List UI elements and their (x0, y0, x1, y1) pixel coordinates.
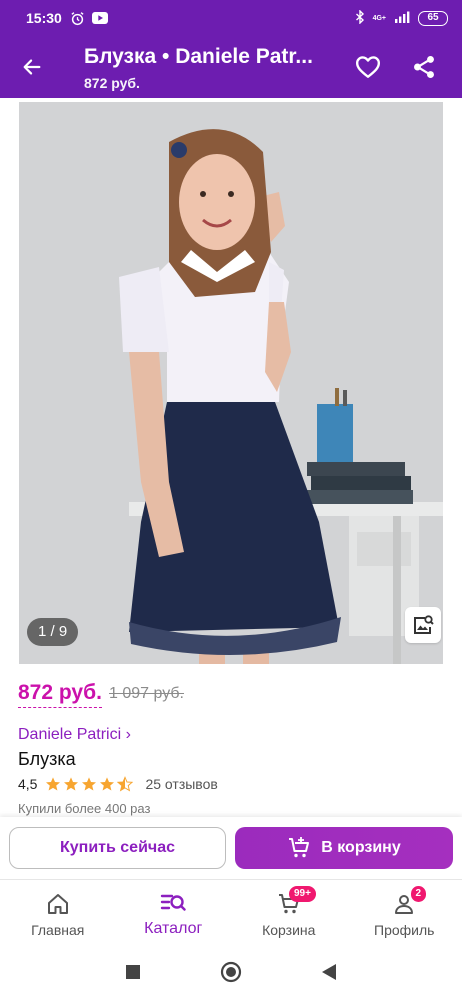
status-time: 15:30 (26, 10, 62, 26)
add-cart-icon (289, 837, 310, 858)
nav-label-cart: Корзина (262, 922, 316, 938)
nav-item-catalog[interactable]: Каталог (116, 880, 232, 944)
brand-link[interactable]: Daniele Patrici › (18, 726, 131, 744)
youtube-icon (91, 10, 108, 26)
image-search-button[interactable] (405, 607, 441, 643)
bluetooth-icon (355, 8, 365, 27)
add-to-cart-button[interactable]: В корзину (235, 827, 453, 869)
rating-value: 4,5 (18, 776, 38, 792)
nav-label-home: Главная (31, 922, 85, 938)
share-button[interactable] (406, 49, 442, 85)
home-icon (44, 890, 72, 918)
old-price: 1 097 руб. (109, 685, 184, 702)
cart-badge: 99+ (289, 886, 316, 902)
catalog-search-icon (159, 890, 187, 918)
image-counter: 1 / 9 (27, 618, 79, 646)
status-bar: 15:30 4G+ 65 (0, 0, 462, 36)
star-icon (82, 777, 97, 791)
star-icon (100, 777, 115, 791)
nav-label-catalog: Каталог (144, 920, 203, 937)
favorite-button[interactable] (350, 49, 386, 85)
product-page: 15:30 4G+ 65 Блузка • Daniele Patr... 87… (0, 0, 462, 1000)
square-icon (126, 965, 140, 979)
home-system-button[interactable] (219, 960, 243, 984)
triangle-back-icon (322, 964, 336, 980)
back-system-button[interactable] (317, 960, 341, 984)
current-price[interactable]: 872 руб. (18, 681, 102, 708)
back-button[interactable] (14, 49, 50, 85)
back-arrow-icon (23, 59, 41, 75)
share-icon (414, 55, 434, 79)
recents-button[interactable] (121, 960, 145, 984)
product-image-gallery[interactable]: 1 / 9 (19, 102, 443, 664)
system-nav-bar (0, 944, 462, 1000)
action-bar: Купить сейчас В корзину (0, 817, 462, 879)
star-icon (46, 777, 61, 791)
app-header: Блузка • Daniele Patr... 872 руб. (0, 36, 462, 98)
image-search-icon (414, 615, 434, 634)
nav-item-profile[interactable]: 2 Профиль (347, 880, 462, 944)
nav-label-profile: Профиль (374, 922, 435, 938)
product-name: Блузка (18, 749, 76, 769)
profile-badge: 2 (410, 886, 427, 902)
rating-row[interactable]: 4,5 25 отзывов (18, 776, 218, 792)
product-photo (19, 102, 443, 664)
add-to-cart-label: В корзину (321, 839, 401, 856)
page-title: Блузка • Daniele Patr... (84, 45, 313, 68)
nav-item-cart[interactable]: 99+ Корзина (231, 880, 347, 944)
circle-icon (220, 961, 242, 983)
alarm-icon (70, 10, 86, 26)
half-star-icon (117, 776, 134, 792)
purchase-count: Купили более 400 раз (18, 801, 151, 816)
header-price: 872 руб. (84, 75, 140, 91)
reviews-count[interactable]: 25 отзывов (145, 776, 217, 792)
nav-item-home[interactable]: Главная (0, 880, 116, 944)
rating-stars (45, 776, 134, 792)
star-icon (64, 777, 79, 791)
heart-icon (355, 56, 381, 78)
bottom-nav: Главная Каталог 99+ Корзина 2 Профиль (0, 879, 462, 944)
battery-indicator: 65 (418, 10, 448, 26)
network-type: 4G+ (372, 14, 386, 22)
status-right: 4G+ 65 (355, 8, 448, 27)
signal-icon (394, 10, 410, 26)
buy-now-button[interactable]: Купить сейчас (9, 827, 226, 869)
